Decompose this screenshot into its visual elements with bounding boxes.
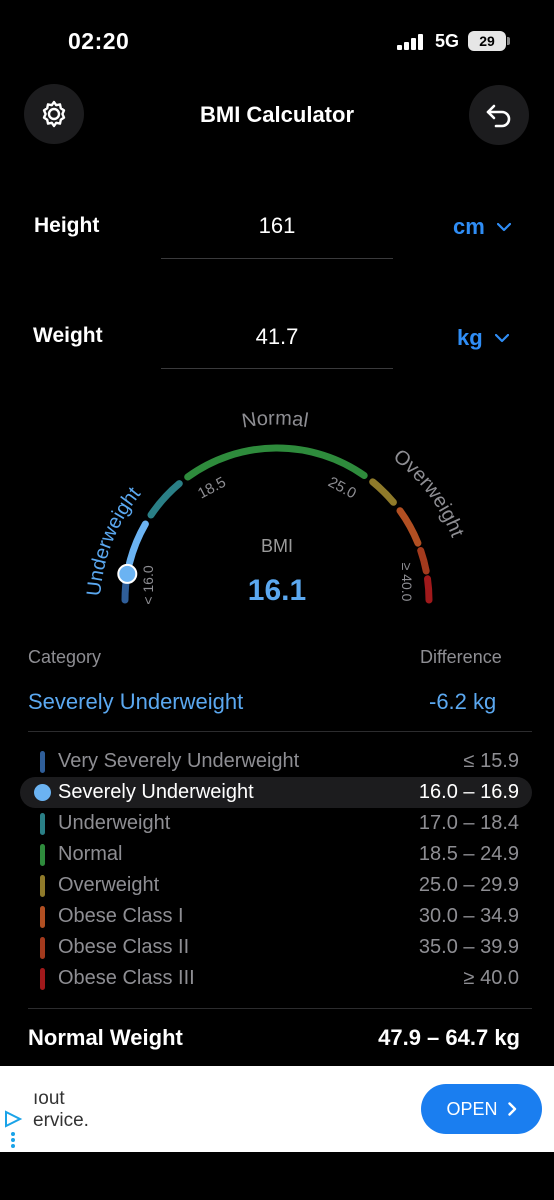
bmi-category-list: Very Severely Underweight ≤ 15.9 Severely … — [20, 746, 532, 994]
bmi-category-row: Severely Underweight 16.0 – 16.9 — [20, 777, 532, 808]
gauge-label-overweight: Overweight — [389, 445, 468, 540]
category-color-bar — [40, 751, 45, 773]
weight-unit-select[interactable]: kg — [457, 325, 509, 351]
chevron-down-icon — [496, 222, 511, 231]
bmi-category-row: Obese Class III ≥ 40.0 — [20, 963, 532, 994]
normal-weight-label: Normal Weight — [28, 1025, 183, 1050]
gauge-segment-overweight — [369, 478, 397, 506]
category-value: Severely Underweight — [28, 689, 244, 714]
bmi-category-range: 16.0 – 16.9 — [418, 781, 519, 803]
ad-choices-icon[interactable] — [2, 1106, 24, 1150]
weight-label: Weight — [33, 324, 103, 347]
bmi-category-row: Obese Class II 35.0 – 39.9 — [20, 932, 532, 963]
weight-underline — [161, 368, 393, 369]
weight-input[interactable]: 41.7 — [161, 324, 393, 350]
ad-text: ıout ervice. — [33, 1088, 89, 1132]
bmi-category-name: Obese Class II — [58, 936, 190, 958]
undo-icon — [486, 104, 511, 128]
normal-weight-value: 47.9 – 64.7 kg — [378, 1025, 520, 1050]
bmi-category-range: ≤ 15.9 — [463, 750, 519, 772]
bmi-category-range: 17.0 – 18.4 — [418, 812, 519, 834]
battery-icon — [507, 37, 510, 45]
bmi-label: BMI — [260, 536, 293, 556]
category-color-bar — [40, 844, 45, 866]
bmi-category-name: Normal — [58, 843, 123, 865]
active-dot-icon — [34, 784, 51, 801]
bmi-category-range: 25.0 – 29.9 — [418, 874, 519, 896]
gauge-segment-normal — [184, 444, 368, 481]
category-color-bar — [40, 813, 45, 835]
bmi-category-row: Overweight 25.0 – 29.9 — [20, 870, 532, 901]
bmi-category-name: Underweight — [58, 812, 171, 834]
undo-button[interactable] — [469, 85, 529, 145]
status-time: 02:20 — [68, 28, 130, 54]
category-header: Category — [28, 647, 102, 667]
gauge-label-normal-text: Normal — [240, 407, 309, 432]
ad-text-line1: ıout — [33, 1088, 65, 1109]
bmi-value: 16.1 — [247, 574, 307, 607]
gauge-tick-18: 18.5 — [195, 474, 229, 503]
gauge-tick-25: 25.0 — [325, 474, 359, 503]
gauge-segment-underweight — [147, 480, 183, 519]
height-label: Height — [34, 214, 100, 237]
height-underline — [161, 258, 393, 259]
divider — [28, 731, 532, 732]
bmi-category-name: Obese Class III — [58, 967, 195, 989]
height-input[interactable]: 161 — [161, 213, 393, 239]
bmi-category-row: Very Severely Underweight ≤ 15.9 — [20, 746, 532, 777]
bmi-category-row: Obese Class I 30.0 – 34.9 — [20, 901, 532, 932]
bmi-category-name: Overweight — [58, 874, 160, 896]
ad-open-button[interactable]: OPEN — [421, 1084, 542, 1134]
bmi-category-row: Underweight 17.0 – 18.4 — [20, 808, 532, 839]
battery-level: 29 — [468, 31, 506, 51]
chevron-right-icon — [507, 1102, 516, 1116]
gauge-label-overweight-text: Overweight — [389, 445, 468, 540]
category-color-bar — [40, 937, 45, 959]
bmi-category-name: Obese Class I — [58, 905, 184, 927]
divider — [28, 1008, 532, 1009]
weight-unit-label: kg — [457, 325, 483, 350]
network-type: 5G — [435, 31, 460, 51]
difference-header: Difference — [420, 647, 502, 667]
height-unit-select[interactable]: cm — [453, 214, 511, 240]
gauge-label-normal: Normal — [240, 407, 309, 432]
category-color-bar — [40, 906, 45, 928]
bmi-category-row: Normal 18.5 – 24.9 — [20, 839, 532, 870]
difference-value: -6.2 kg — [429, 689, 497, 714]
bmi-category-name: Severely Underweight — [58, 781, 254, 803]
bmi-category-range: 35.0 – 39.9 — [418, 936, 519, 958]
ad-text-line2: ervice. — [33, 1110, 89, 1131]
bmi-category-range: ≥ 40.0 — [463, 967, 519, 989]
bmi-category-name: Very Severely Underweight — [58, 750, 300, 772]
bmi-category-range: 30.0 – 34.9 — [418, 905, 519, 927]
bmi-category-range: 18.5 – 24.9 — [418, 843, 519, 865]
category-color-bar — [40, 875, 45, 897]
ad-open-label: OPEN — [446, 1098, 498, 1119]
height-unit-label: cm — [453, 214, 485, 239]
category-color-bar — [40, 968, 45, 990]
chevron-down-icon — [494, 333, 509, 342]
signal-icon — [397, 34, 423, 50]
normal-weight-row: Normal Weight 47.9 – 64.7 kg — [28, 1025, 520, 1051]
